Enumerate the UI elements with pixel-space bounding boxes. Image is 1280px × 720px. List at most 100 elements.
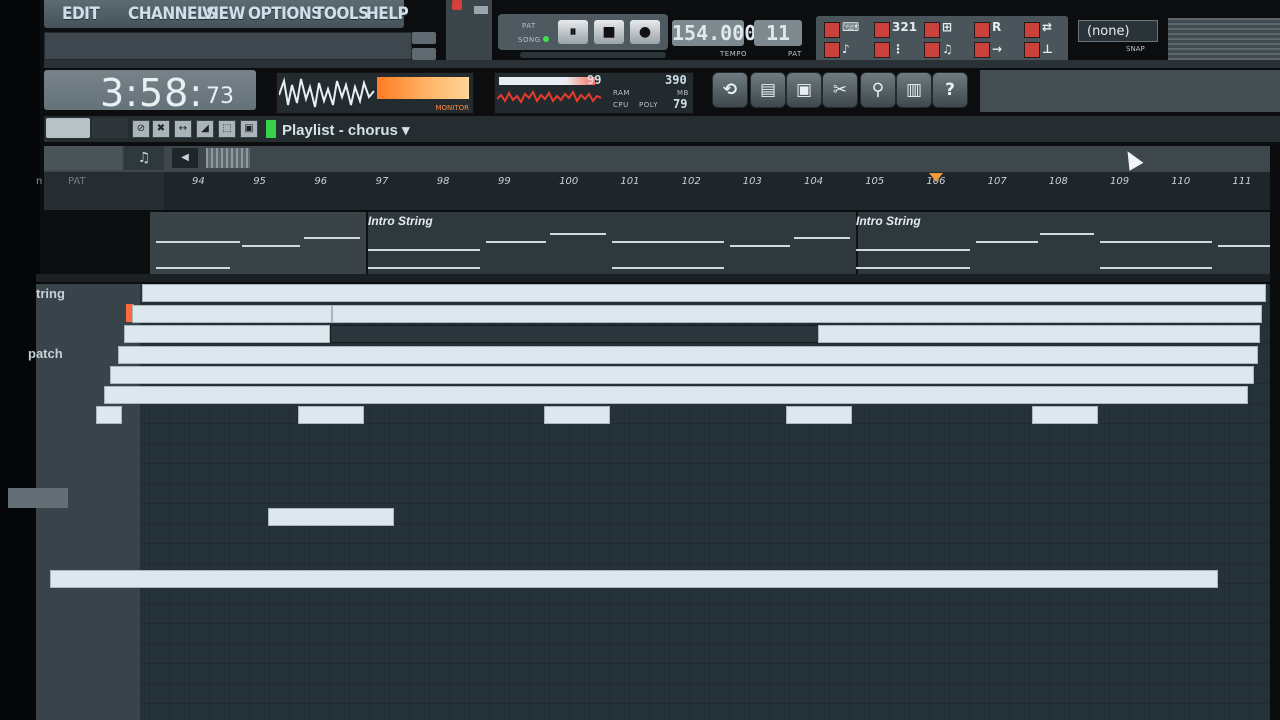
ruler-bar-99: 99 bbox=[498, 176, 511, 187]
menu-bar: EDIT CHANNELS VIEW OPTIONS TOOLS HELP bbox=[44, 0, 409, 28]
time-fraction: 73 bbox=[206, 84, 234, 109]
mute-tool-icon[interactable]: ✖ bbox=[152, 120, 170, 138]
stop-button[interactable]: ■ bbox=[594, 20, 624, 44]
poly-value: 79 bbox=[673, 97, 688, 111]
wait-input-toggle[interactable] bbox=[874, 42, 890, 58]
scroll-toggle[interactable] bbox=[974, 42, 990, 58]
multilink-toggle[interactable] bbox=[1024, 42, 1040, 58]
clip-row-3b[interactable] bbox=[818, 325, 1260, 343]
draw-tool-icon[interactable] bbox=[46, 118, 90, 138]
ruler-bar-111: 111 bbox=[1232, 176, 1252, 187]
menu-help[interactable]: HELP bbox=[366, 4, 409, 24]
panel-grille bbox=[1168, 18, 1280, 64]
paint-tool-icon[interactable] bbox=[92, 118, 128, 138]
slip-tool-icon[interactable]: ↔ bbox=[174, 120, 192, 138]
help-icon[interactable]: ? bbox=[932, 72, 968, 108]
clip-row-7e[interactable] bbox=[1032, 406, 1098, 424]
clip-row-4[interactable] bbox=[118, 346, 1258, 364]
ruler-bar-108: 108 bbox=[1048, 176, 1068, 187]
undo-icon[interactable]: ⟲ bbox=[712, 72, 748, 108]
zoom-tool-icon[interactable]: ▣ bbox=[240, 120, 258, 138]
clip-row-2b[interactable] bbox=[332, 305, 1262, 323]
clip-row-6[interactable] bbox=[104, 386, 1248, 404]
ruler-bar-98: 98 bbox=[436, 176, 450, 187]
typing-keyboard-toggle[interactable] bbox=[824, 22, 840, 38]
loop-record-toggle[interactable] bbox=[1024, 22, 1040, 38]
menu-edit[interactable]: EDIT bbox=[62, 4, 100, 24]
poly-label: POLY bbox=[639, 101, 658, 109]
note-view-icon[interactable]: ♫ bbox=[124, 146, 164, 170]
ruler-bar-94: 94 bbox=[192, 176, 205, 187]
clip-row-7c[interactable] bbox=[544, 406, 610, 424]
clip-row-11[interactable] bbox=[268, 508, 394, 526]
arrow-icon: → bbox=[992, 42, 1003, 56]
cut-icon[interactable]: ✂ bbox=[822, 72, 858, 108]
clip-row-14[interactable] bbox=[50, 570, 1218, 588]
loop-record-icon: ⇄ bbox=[1042, 20, 1053, 34]
playlist-title[interactable]: Playlist - chorus ▾ bbox=[282, 121, 410, 139]
track-label-string: tring bbox=[36, 286, 65, 301]
snap-icon[interactable] bbox=[44, 146, 122, 170]
slice-tool-icon[interactable]: ◢ bbox=[196, 120, 214, 138]
menu-view[interactable]: VIEW bbox=[202, 4, 245, 24]
playhead-marker[interactable] bbox=[929, 173, 943, 182]
panel-splitter[interactable] bbox=[36, 274, 1280, 282]
record-button[interactable]: ● bbox=[630, 20, 660, 44]
note-icon: ♫ bbox=[942, 42, 953, 56]
hint-button-bottom[interactable] bbox=[412, 48, 436, 60]
menu-tools[interactable]: TOOLS bbox=[314, 4, 369, 24]
mic-icon[interactable]: ⚲ bbox=[860, 72, 896, 108]
metronome-toggle[interactable] bbox=[824, 42, 840, 58]
cpu-ram-panel[interactable]: 99 RAM CPU POLY 390 MB 79 bbox=[494, 72, 694, 114]
ruler-bar-103: 103 bbox=[742, 176, 762, 187]
hint-bar bbox=[44, 32, 412, 60]
delete-tool-icon[interactable]: ⊘ bbox=[132, 120, 150, 138]
record-blend-toggle[interactable] bbox=[974, 22, 990, 38]
pat-mode-label[interactable]: PAT bbox=[522, 22, 536, 30]
master-volume-knob[interactable] bbox=[452, 0, 462, 10]
snap-label: SNAP bbox=[1126, 45, 1145, 53]
clip-row-3a[interactable] bbox=[124, 325, 330, 343]
peak-meter bbox=[377, 77, 469, 99]
hint-button-top[interactable] bbox=[412, 32, 436, 44]
ruler-bar-109: 109 bbox=[1110, 176, 1130, 187]
song-position-slider[interactable] bbox=[520, 52, 666, 58]
save-as-icon[interactable]: ▣ bbox=[786, 72, 822, 108]
countdown-toggle[interactable] bbox=[874, 22, 890, 38]
clip-row-5[interactable] bbox=[110, 366, 1254, 384]
pause-button[interactable]: ⏸ bbox=[558, 20, 588, 44]
snap-select[interactable]: (none) bbox=[1078, 20, 1158, 42]
clip-row-7a[interactable] bbox=[96, 406, 122, 424]
pattern-preview-notes bbox=[156, 233, 1276, 269]
wait-icon: ⋮ bbox=[892, 42, 904, 56]
file-icon[interactable]: ▥ bbox=[896, 72, 932, 108]
clip-row-1[interactable] bbox=[142, 284, 1266, 302]
step-edit-toggle[interactable] bbox=[924, 22, 940, 38]
waveform-monitor[interactable]: MONITOR bbox=[276, 72, 474, 114]
ruler-left-label: n bbox=[36, 176, 43, 187]
pattern-number-display[interactable]: 11 bbox=[754, 20, 802, 46]
scroll-left-icon[interactable]: ◀ bbox=[172, 148, 198, 168]
tempo-display[interactable]: 154.000 bbox=[672, 20, 756, 46]
clip-row-7b[interactable] bbox=[298, 406, 364, 424]
menu-options[interactable]: OPTIONS bbox=[248, 4, 322, 24]
clip-row-2-gap bbox=[330, 325, 820, 343]
track-highlight bbox=[8, 488, 68, 508]
clip-row-7d[interactable] bbox=[786, 406, 852, 424]
mb-label: MB bbox=[677, 89, 689, 97]
waveform-graph bbox=[279, 77, 375, 108]
song-mode-label[interactable]: SONG bbox=[518, 36, 541, 44]
song-time-display[interactable]: 3:58: 73 bbox=[44, 70, 256, 115]
keyboard-icon: ⌨ bbox=[842, 20, 860, 34]
master-pitch-slider[interactable] bbox=[474, 6, 488, 14]
ruler-bar-107: 107 bbox=[987, 176, 1007, 187]
blend-toggle[interactable] bbox=[924, 42, 940, 58]
clip-row-2a[interactable] bbox=[132, 305, 332, 323]
ruler-bar-97: 97 bbox=[375, 176, 389, 187]
horizontal-scrollbar-thumb[interactable] bbox=[206, 148, 250, 168]
ruler-bar-105: 105 bbox=[865, 176, 885, 187]
song-mode-led bbox=[543, 36, 549, 42]
save-icon[interactable]: ▤ bbox=[750, 72, 786, 108]
select-tool-icon[interactable]: ⬚ bbox=[218, 120, 236, 138]
pattern-track[interactable] bbox=[150, 212, 1280, 274]
